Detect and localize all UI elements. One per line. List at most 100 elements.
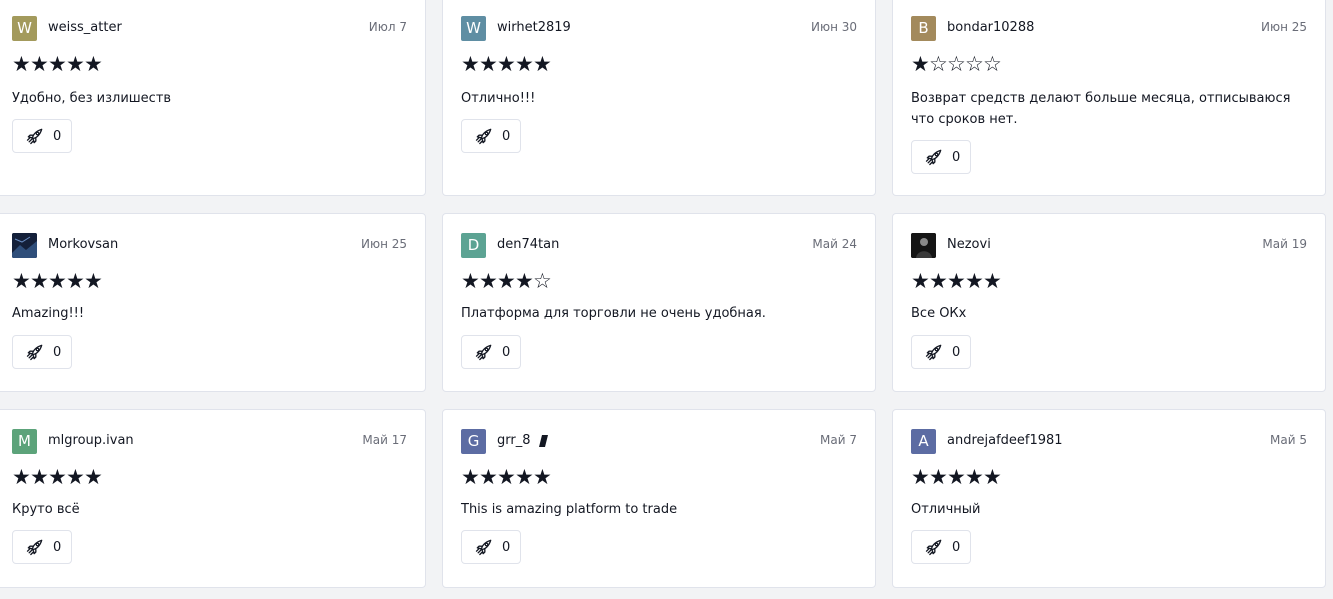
star-filled-icon: ★ <box>929 269 948 293</box>
rocket-icon <box>925 149 942 166</box>
review-date: Июн 25 <box>360 237 407 251</box>
star-filled-icon: ★ <box>48 52 67 76</box>
review-text: Отлично!!! <box>461 91 536 106</box>
boost-count: 0 <box>502 539 511 555</box>
boost-button[interactable]: 0 <box>461 335 521 369</box>
avatar[interactable]: M <box>12 429 37 454</box>
review-card: Nezovi Май 19 ★★★★★ Все ОКх 0 <box>892 213 1326 392</box>
rocket-icon <box>26 344 43 361</box>
star-filled-icon: ★ <box>533 465 552 489</box>
review-date: Май 19 <box>1262 237 1307 251</box>
boost-count: 0 <box>502 344 511 360</box>
boost-count: 0 <box>502 128 511 144</box>
boost-count: 0 <box>53 128 62 144</box>
boost-button[interactable]: 0 <box>911 530 971 564</box>
review-card: B bondar10288 Июн 25 ★☆☆☆☆ Возврат средс… <box>892 0 1326 196</box>
rocket-icon <box>475 128 492 145</box>
rocket-icon <box>925 539 942 556</box>
star-filled-icon: ★ <box>461 52 480 76</box>
star-filled-icon: ★ <box>515 52 534 76</box>
boost-button[interactable]: 0 <box>461 530 521 564</box>
star-filled-icon: ★ <box>66 465 85 489</box>
boost-button[interactable]: 0 <box>12 530 72 564</box>
review-username[interactable]: bondar10288 <box>947 20 1034 35</box>
star-filled-icon: ★ <box>911 269 930 293</box>
avatar[interactable]: A <box>911 429 936 454</box>
star-empty-icon: ☆ <box>983 52 1002 76</box>
boost-button[interactable]: 0 <box>461 119 521 153</box>
review-date: Июн 25 <box>1260 20 1307 34</box>
avatar[interactable]: G <box>461 429 486 454</box>
review-date: Май 7 <box>820 433 857 447</box>
boost-button[interactable]: 0 <box>911 335 971 369</box>
review-date: Май 24 <box>812 237 857 251</box>
review-username[interactable]: grr_8 <box>497 433 530 448</box>
star-rating: ★★★★★ <box>12 465 103 489</box>
avatar[interactable] <box>911 233 936 258</box>
star-filled-icon: ★ <box>497 269 516 293</box>
star-rating: ★★★★★ <box>12 269 103 293</box>
boost-button[interactable]: 0 <box>12 119 72 153</box>
review-text: Удобно, без излишеств <box>12 91 172 106</box>
star-rating: ★★★★★ <box>911 269 1002 293</box>
review-username[interactable]: Nezovi <box>947 237 991 252</box>
review-text: Круто всё <box>12 502 80 517</box>
star-filled-icon: ★ <box>461 465 480 489</box>
avatar[interactable]: D <box>461 233 486 258</box>
star-filled-icon: ★ <box>911 52 930 76</box>
star-filled-icon: ★ <box>30 465 49 489</box>
star-filled-icon: ★ <box>911 465 930 489</box>
avatar[interactable]: B <box>911 16 936 41</box>
review-text: Все ОКх <box>911 306 967 321</box>
star-filled-icon: ★ <box>48 465 67 489</box>
avatar[interactable]: W <box>461 16 486 41</box>
star-filled-icon: ★ <box>533 52 552 76</box>
review-card: D den74tan Май 24 ★★★★☆ Платформа для то… <box>442 213 876 392</box>
review-card: M mlgroup.ivan Май 17 ★★★★★ Круто всё 0 <box>0 409 426 588</box>
star-filled-icon: ★ <box>12 465 31 489</box>
boost-button[interactable]: 0 <box>911 140 971 174</box>
star-filled-icon: ★ <box>983 269 1002 293</box>
star-filled-icon: ★ <box>965 269 984 293</box>
star-filled-icon: ★ <box>515 465 534 489</box>
star-empty-icon: ☆ <box>947 52 966 76</box>
review-date: Июн 30 <box>810 20 857 34</box>
star-filled-icon: ★ <box>84 465 103 489</box>
review-date: Май 5 <box>1270 433 1307 447</box>
star-filled-icon: ★ <box>947 269 966 293</box>
review-username[interactable]: wirhet2819 <box>497 20 571 35</box>
review-card: W wirhet2819 Июн 30 ★★★★★ Отлично!!! 0 <box>442 0 876 196</box>
star-filled-icon: ★ <box>479 52 498 76</box>
star-rating: ★★★★★ <box>461 52 552 76</box>
star-filled-icon: ★ <box>479 269 498 293</box>
review-username[interactable]: weiss_atter <box>48 20 122 35</box>
star-filled-icon: ★ <box>947 465 966 489</box>
review-username[interactable]: mlgroup.ivan <box>48 433 134 448</box>
rocket-icon <box>26 539 43 556</box>
review-date: Июл 7 <box>368 20 407 34</box>
star-empty-icon: ☆ <box>965 52 984 76</box>
boost-button[interactable]: 0 <box>12 335 72 369</box>
review-card: A andrejafdeef1981 Май 5 ★★★★★ Отличный … <box>892 409 1326 588</box>
star-filled-icon: ★ <box>983 465 1002 489</box>
review-username[interactable]: Morkovsan <box>48 237 118 252</box>
star-filled-icon: ★ <box>66 269 85 293</box>
star-filled-icon: ★ <box>12 52 31 76</box>
star-rating: ★★★★★ <box>911 465 1002 489</box>
review-text: Amazing!!! <box>12 306 85 321</box>
review-card: W weiss_atter Июл 7 ★★★★★ Удобно, без из… <box>0 0 426 196</box>
star-filled-icon: ★ <box>12 269 31 293</box>
review-username[interactable]: den74tan <box>497 237 559 252</box>
star-filled-icon: ★ <box>929 465 948 489</box>
boost-count: 0 <box>53 539 62 555</box>
review-username[interactable]: andrejafdeef1981 <box>947 433 1063 448</box>
star-filled-icon: ★ <box>48 269 67 293</box>
review-text: This is amazing platform to trade <box>461 502 678 517</box>
avatar[interactable] <box>12 233 37 258</box>
rocket-icon <box>475 344 492 361</box>
review-date: Май 17 <box>362 433 407 447</box>
star-filled-icon: ★ <box>479 465 498 489</box>
avatar[interactable]: W <box>12 16 37 41</box>
star-filled-icon: ★ <box>497 52 516 76</box>
pro-badge-icon <box>539 435 548 447</box>
